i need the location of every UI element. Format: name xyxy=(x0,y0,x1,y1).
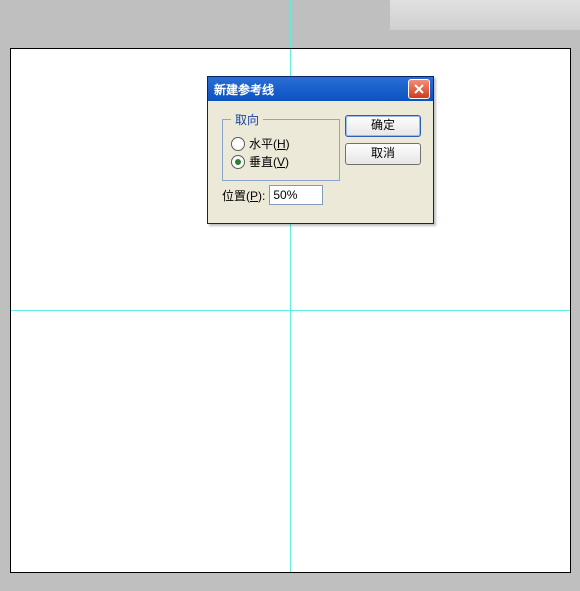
dialog-titlebar[interactable]: 新建参考线 xyxy=(208,77,433,101)
orientation-vertical[interactable]: 垂直(V) xyxy=(231,154,331,170)
radio-icon xyxy=(231,137,245,151)
position-row: 位置(P): xyxy=(222,185,323,205)
guide-vertical-above-canvas xyxy=(290,0,291,48)
close-button[interactable] xyxy=(408,79,430,99)
orientation-legend: 取向 xyxy=(231,111,263,128)
position-input[interactable] xyxy=(269,185,323,205)
position-label: 位置(P): xyxy=(222,187,265,204)
toolbar-fragment xyxy=(390,0,580,30)
dialog-body: 取向 水平(H) 垂直(V) 确定 取消 位置(P): xyxy=(208,101,433,223)
workspace: 新建参考线 取向 水平(H) 垂直(V) 确定 取消 位置(P): xyxy=(0,0,580,591)
new-guide-dialog: 新建参考线 取向 水平(H) 垂直(V) 确定 取消 位置(P): xyxy=(207,76,434,224)
dialog-title: 新建参考线 xyxy=(214,81,408,98)
radio-label: 水平(H) xyxy=(249,136,290,152)
radio-label: 垂直(V) xyxy=(249,154,289,170)
ok-button[interactable]: 确定 xyxy=(345,115,421,137)
orientation-group: 取向 水平(H) 垂直(V) xyxy=(222,111,340,181)
close-icon xyxy=(414,84,424,94)
cancel-button[interactable]: 取消 xyxy=(345,143,421,165)
guide-horizontal[interactable] xyxy=(11,310,570,311)
radio-icon xyxy=(231,155,245,169)
orientation-horizontal[interactable]: 水平(H) xyxy=(231,136,331,152)
